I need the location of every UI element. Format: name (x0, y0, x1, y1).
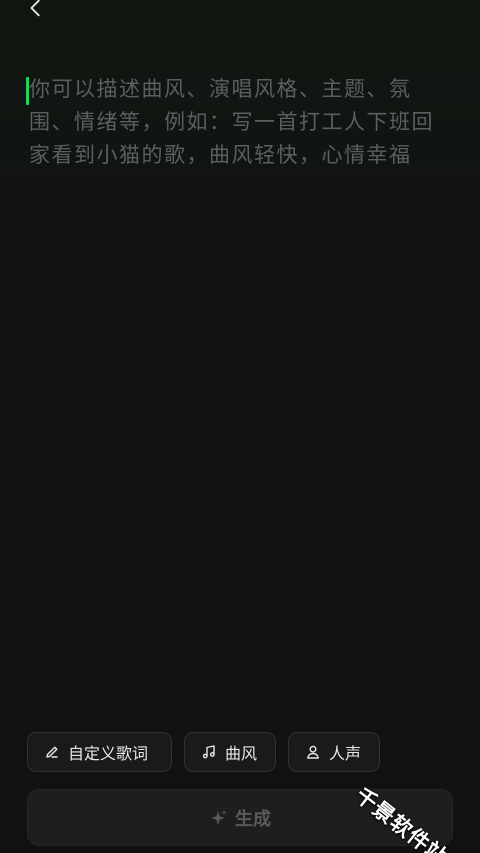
generate-button[interactable]: 生成 (27, 789, 453, 846)
custom-lyrics-button[interactable]: 自定义歌词 (27, 732, 172, 772)
back-button[interactable] (22, 0, 50, 24)
pencil-icon (44, 744, 60, 760)
song-description-input[interactable]: 你可以描述曲风、演唱风格、主题、氛围、情绪等，例如：写一首打工人下班回家看到小猫… (26, 73, 446, 213)
sparkle-icon (209, 808, 229, 828)
music-style-label: 曲风 (225, 744, 258, 763)
song-creation-screen: 你可以描述曲风、演唱风格、主题、氛围、情绪等，例如：写一首打工人下班回家看到小猫… (0, 0, 480, 853)
music-style-button[interactable]: 曲风 (184, 732, 276, 772)
text-cursor (26, 77, 29, 105)
custom-lyrics-label: 自定义歌词 (68, 744, 149, 763)
description-placeholder: 你可以描述曲风、演唱风格、主题、氛围、情绪等，例如：写一首打工人下班回家看到小猫… (29, 77, 434, 167)
music-note-icon (201, 744, 217, 760)
person-icon (305, 744, 321, 760)
option-chips: 自定义歌词 曲风 人声 (27, 732, 380, 772)
vocal-label: 人声 (329, 744, 362, 763)
generate-label: 生成 (235, 808, 271, 830)
vocal-button[interactable]: 人声 (288, 732, 380, 772)
chevron-left-icon (25, 0, 47, 23)
